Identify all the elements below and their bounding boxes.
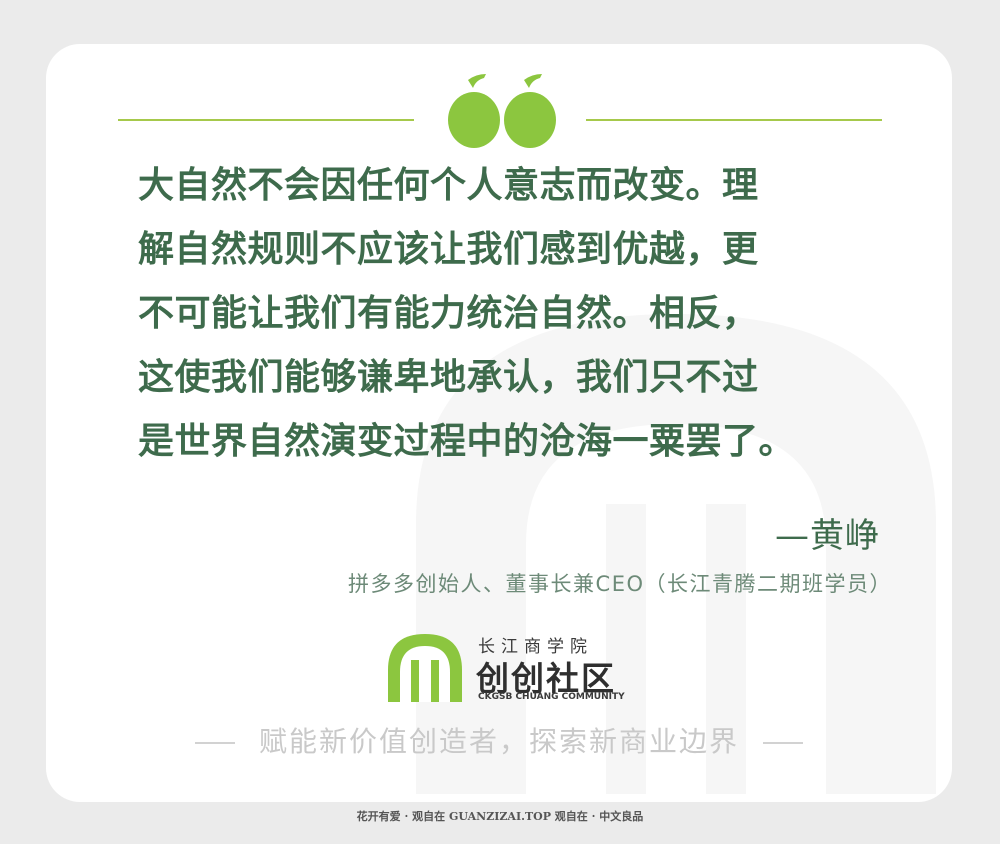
slogan: 赋能新价值创造者，探索新商业边界 <box>46 720 952 760</box>
quote-text: 大自然不会因任何个人意志而改变。理 解自然规则不应该让我们感到优越，更 不可能让… <box>138 154 878 474</box>
slogan-dash-left <box>194 742 235 744</box>
quote-line: 大自然不会因任何个人意志而改变。理 <box>138 165 759 206</box>
quote-line: 这使我们能够谦卑地承认，我们只不过 <box>138 357 759 398</box>
slogan-dash-right <box>763 742 803 744</box>
ckgsb-logo-icon <box>388 634 462 702</box>
divider-right <box>586 119 882 121</box>
footer-watermark: 花开有爱 · 观自在 GUANZIZAI.TOP 观自在 · 中文良品 <box>356 810 644 823</box>
quote-author: —黄峥 <box>775 516 880 556</box>
quote-mark-icon <box>448 74 556 148</box>
quote-line: 解自然规则不应该让我们感到优越，更 <box>138 229 759 270</box>
quote-card: 大自然不会因任何个人意志而改变。理 解自然规则不应该让我们感到优越，更 不可能让… <box>46 44 952 802</box>
author-title: 拼多多创始人、董事长兼CEO（长江青腾二期班学员） <box>348 572 892 596</box>
slogan-text: 赋能新价值创造者，探索新商业边界 <box>258 725 739 758</box>
logo-english-name: CKGSB CHUANG COMMUNITY <box>478 692 625 702</box>
divider-left <box>118 119 414 121</box>
ckgsb-logo: 长江商学院 创创社区 CKGSB CHUANG COMMUNITY <box>384 632 625 702</box>
quote-line: 不可能让我们有能力统治自然。相反， <box>138 293 759 334</box>
quote-line: 是世界自然演变过程中的沧海一粟罢了。 <box>138 421 796 462</box>
